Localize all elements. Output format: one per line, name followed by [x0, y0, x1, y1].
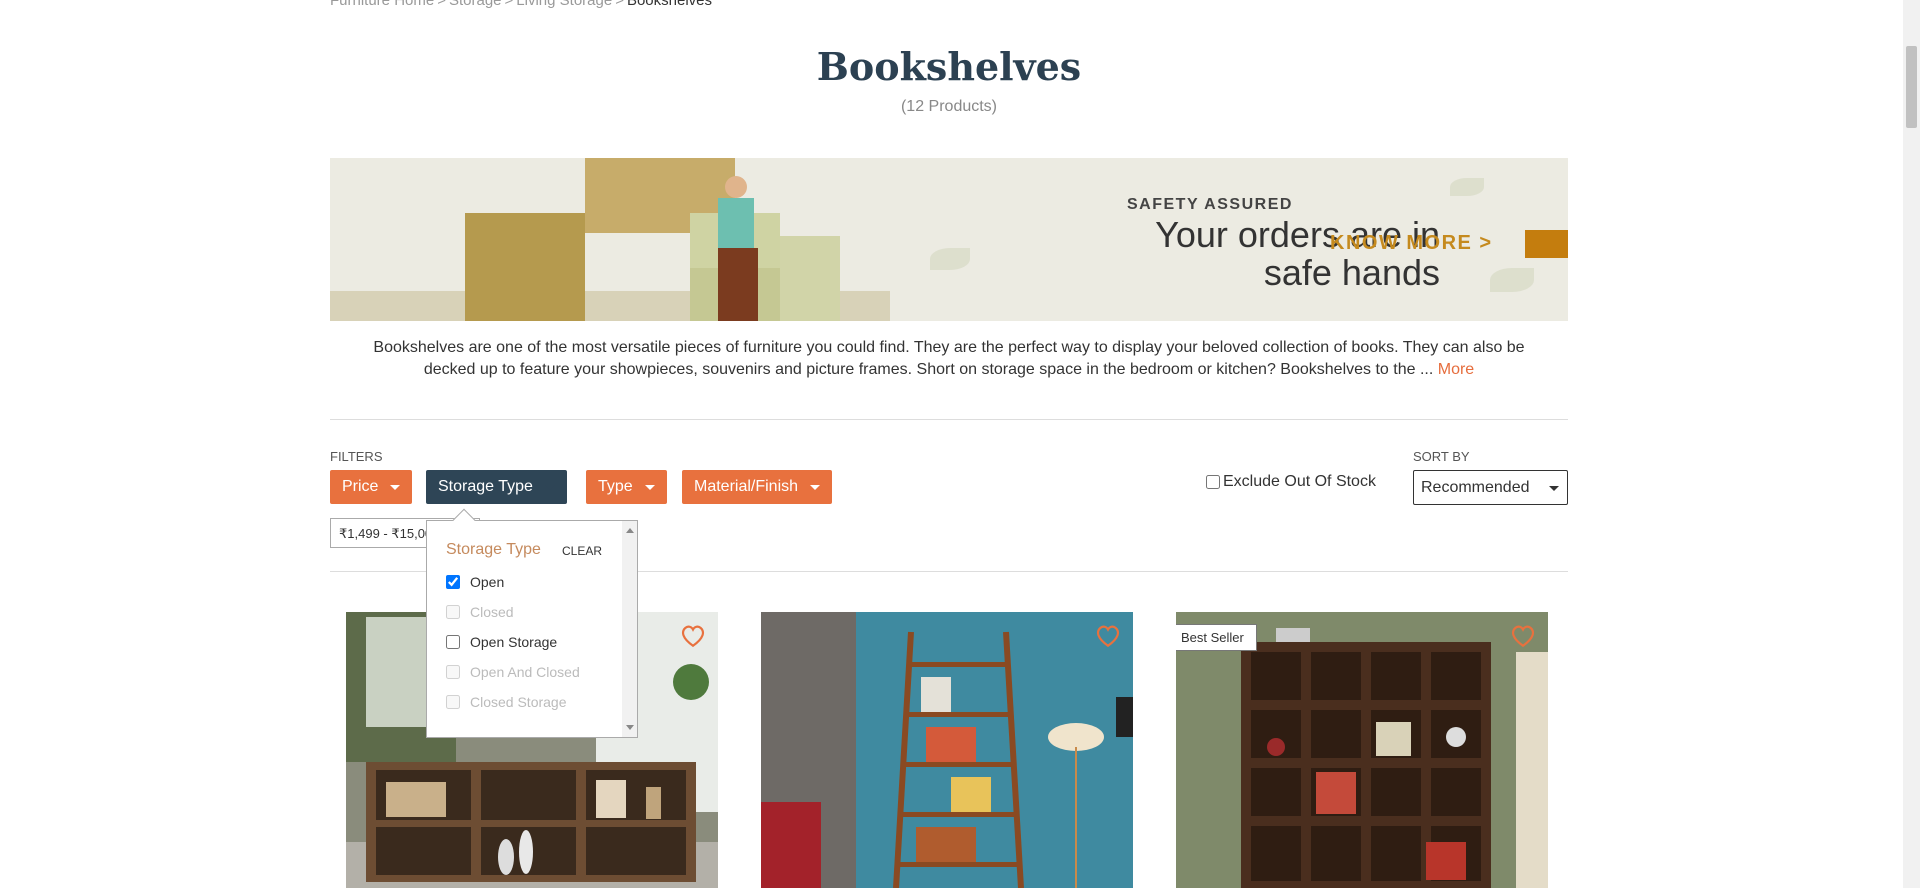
breadcrumb-item-living-storage[interactable]: Living Storage — [516, 0, 612, 9]
filter-type-label: Type — [598, 478, 633, 495]
storage-option-label: Open Storage — [470, 634, 558, 650]
banner-know-more-link[interactable]: KNOW MORE > — [1330, 232, 1493, 255]
filter-storage-type-label: Storage Type — [438, 478, 533, 495]
caret-down-icon — [644, 484, 655, 490]
storage-type-dropdown: Storage Type CLEAR Open Closed Open Stor… — [426, 508, 638, 738]
dropdown-title: Storage Type — [446, 541, 541, 558]
caret-down-icon — [544, 484, 555, 490]
storage-option-open-storage[interactable]: Open Storage — [446, 634, 557, 650]
filter-price-label: Price — [342, 478, 379, 495]
filter-material-finish-button[interactable]: Material/Finish — [682, 470, 833, 504]
banner-box-decoration — [465, 213, 585, 321]
banner-person-overalls-decoration — [718, 248, 758, 321]
breadcrumb-separator: > — [504, 0, 514, 9]
breadcrumb-item-storage[interactable]: Storage — [449, 0, 502, 9]
filter-type-button[interactable]: Type — [586, 470, 667, 504]
wishlist-heart-icon[interactable] — [1510, 624, 1536, 648]
banner-leaf-decoration — [1490, 268, 1534, 292]
exclude-out-of-stock[interactable]: Exclude Out Of Stock — [1206, 473, 1376, 491]
storage-option-closed-storage-checkbox — [446, 695, 460, 709]
sort-selected-value: Recommended — [1421, 479, 1530, 496]
banner-person-shirt-decoration — [718, 198, 754, 248]
description-more-link[interactable]: More — [1438, 361, 1474, 378]
filter-material-finish-label: Material/Finish — [694, 478, 799, 495]
storage-option-label: Closed — [470, 604, 514, 620]
breadcrumb-item-furniture-home[interactable]: Furniture Home — [330, 0, 434, 9]
page-scrollbar[interactable] — [1903, 0, 1920, 888]
banner-box-decoration — [780, 236, 840, 321]
exclude-out-of-stock-label: Exclude Out Of Stock — [1223, 473, 1376, 490]
product-card[interactable]: Best Seller — [1176, 612, 1548, 888]
wishlist-heart-icon[interactable] — [680, 624, 706, 648]
sort-label: SORT BY — [1413, 449, 1470, 464]
product-card[interactable] — [761, 612, 1133, 888]
storage-option-closed-checkbox — [446, 605, 460, 619]
banner-headline-line2: safe hands — [1263, 252, 1440, 293]
caret-down-icon — [390, 484, 401, 490]
description-line2: decked up to feature your showpieces, so… — [423, 361, 1434, 378]
breadcrumb-separator: > — [615, 0, 624, 9]
storage-option-closed: Closed — [446, 604, 514, 620]
divider — [330, 419, 1568, 420]
scroll-up-icon[interactable] — [626, 528, 634, 533]
breadcrumb-current: Bookshelves — [626, 0, 713, 9]
wishlist-heart-icon[interactable] — [1095, 624, 1121, 648]
best-seller-badge: Best Seller — [1176, 624, 1257, 651]
storage-option-open[interactable]: Open — [446, 574, 504, 590]
filter-price-button[interactable]: Price — [330, 470, 413, 504]
filter-storage-type-button[interactable]: Storage Type — [426, 470, 567, 504]
storage-option-open-checkbox[interactable] — [446, 575, 460, 589]
banner-person-head-decoration — [725, 176, 747, 198]
category-description: Bookshelves are one of the most versatil… — [330, 337, 1568, 381]
dropdown-scrollbar[interactable] — [622, 521, 637, 737]
storage-option-closed-storage: Closed Storage — [446, 694, 567, 710]
sort-select[interactable]: Recommended — [1413, 470, 1568, 505]
cube-bookshelf-image[interactable] — [1176, 612, 1548, 888]
ladder-bookshelf-image[interactable] — [761, 612, 1133, 888]
exclude-out-of-stock-checkbox[interactable] — [1206, 475, 1220, 489]
promo-banner[interactable]: SAFETY ASSURED Your orders are in safe h… — [330, 158, 1568, 321]
filters-label: FILTERS — [330, 449, 383, 464]
banner-side-tab[interactable] — [1525, 230, 1568, 258]
description-line1: Bookshelves are one of the most versatil… — [373, 339, 1525, 356]
banner-leaf-decoration — [1450, 178, 1484, 196]
banner-eyebrow: SAFETY ASSURED — [1127, 196, 1293, 213]
breadcrumb-separator: > — [437, 0, 446, 9]
caret-down-icon — [1549, 486, 1559, 491]
storage-option-label: Open — [470, 574, 505, 590]
storage-option-open-and-closed-checkbox — [446, 665, 460, 679]
storage-option-open-and-closed: Open And Closed — [446, 664, 580, 680]
dropdown-clear-button[interactable]: CLEAR — [562, 544, 602, 558]
caret-down-icon — [810, 484, 821, 490]
storage-option-label: Open And Closed — [470, 664, 580, 680]
banner-leaf-decoration — [930, 248, 970, 270]
storage-option-open-storage-checkbox[interactable] — [446, 635, 460, 649]
scrollbar-thumb[interactable] — [1906, 46, 1917, 128]
dropdown-pointer — [452, 508, 476, 532]
breadcrumb: Furniture Home > Storage > Living Storage > Bo… — [330, 0, 712, 9]
page-title: Bookshelves — [816, 44, 1082, 89]
storage-option-label: Closed Storage — [470, 694, 567, 710]
product-count: (12 Products) — [900, 98, 998, 115]
scroll-down-icon[interactable] — [626, 725, 634, 730]
